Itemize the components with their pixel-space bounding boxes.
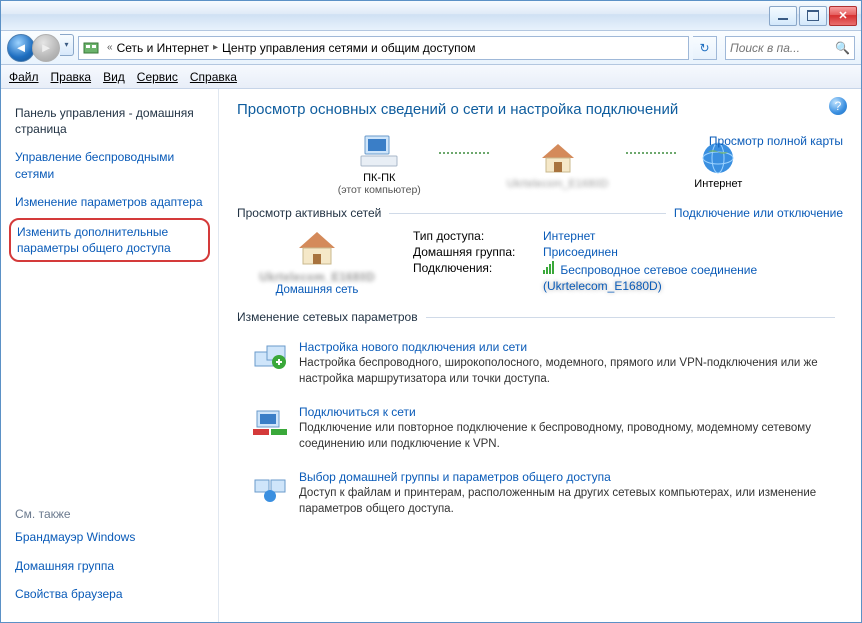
network-details: Тип доступа: Интернет Домашняя группа: П… — [413, 228, 843, 296]
section-title: Просмотр активных сетей — [237, 206, 381, 220]
option-homegroup: Выбор домашней группы и параметров общег… — [237, 462, 843, 527]
settings-header: Изменение сетевых параметров — [237, 310, 843, 324]
connections-label: Подключения: — [413, 261, 543, 277]
sidebar-advanced[interactable]: Изменить дополнительные параметры общего… — [17, 224, 202, 256]
content: ? Просмотр основных сведений о сети и на… — [219, 89, 861, 622]
connections-value[interactable]: Беспроводное сетевое соединение — [543, 261, 757, 277]
menu-view[interactable]: Вид — [103, 70, 125, 84]
nav-history-dropdown[interactable]: ▾ — [60, 34, 74, 56]
network-identity: Ukrtelecom_E1680D Домашняя сеть — [237, 228, 397, 296]
active-network: Ukrtelecom_E1680D Домашняя сеть Тип дост… — [237, 228, 843, 296]
page-title: Просмотр основных сведений о сети и наст… — [237, 101, 843, 118]
connection-ssid[interactable]: (Ukrtelecom_E1680D) — [543, 279, 662, 293]
node-pc[interactable]: ПК-ПК (этот компьютер) — [338, 132, 421, 196]
sidebar-homegroup[interactable]: Домашняя группа — [15, 554, 204, 582]
section-title: Изменение сетевых параметров — [237, 310, 418, 324]
connect-network-icon — [253, 405, 287, 439]
option-description: Доступ к файлам и принтерам, расположенн… — [299, 486, 843, 517]
menu-edit[interactable]: Правка — [51, 70, 92, 84]
network-diagram: Просмотр полной карты ПК-ПК (этот компью… — [237, 132, 843, 196]
window: ◄ ► ▾ « Сеть и Интернет ▸ Центр управлен… — [0, 0, 862, 623]
nav-buttons: ◄ ► ▾ — [7, 34, 74, 62]
sidebar-browser[interactable]: Свойства браузера — [15, 582, 204, 610]
signal-icon — [543, 261, 554, 274]
sidebar-wireless[interactable]: Управление беспроводными сетями — [15, 145, 204, 189]
maximize-button[interactable] — [799, 6, 827, 26]
homegroup-label: Домашняя группа: — [413, 245, 543, 259]
see-also-heading: См. также — [15, 503, 204, 525]
connection-line-icon — [439, 152, 489, 154]
access-type-label: Тип доступа: — [413, 229, 543, 243]
body: Панель управления - домашняя страница Уп… — [1, 89, 861, 622]
menu-file[interactable]: Файл — [9, 70, 39, 84]
option-connect-network: Подключиться к сети Подключение или повт… — [237, 397, 843, 462]
access-type-value[interactable]: Интернет — [543, 229, 595, 243]
network-type-link[interactable]: Домашняя сеть — [237, 284, 397, 296]
connect-disconnect-link[interactable]: Подключение или отключение — [674, 206, 843, 220]
forward-button: ► — [32, 34, 60, 62]
sidebar-advanced-highlight: Изменить дополнительные параметры общего… — [9, 218, 210, 262]
sidebar-home[interactable]: Панель управления - домашняя страница — [15, 101, 204, 145]
refresh-button[interactable]: ↻ — [693, 36, 717, 60]
homegroup-icon — [253, 470, 287, 504]
sidebar-adapter[interactable]: Изменение параметров адаптера — [15, 190, 204, 218]
breadcrumb-item[interactable]: Сеть и Интернет — [117, 41, 209, 55]
menu-help[interactable]: Справка — [190, 70, 237, 84]
control-panel-icon — [83, 40, 99, 56]
help-icon[interactable]: ? — [829, 97, 847, 115]
chevron-right-icon: ▸ — [209, 42, 222, 53]
minimize-button[interactable] — [769, 6, 797, 26]
search-input[interactable] — [730, 41, 835, 55]
full-map-link[interactable]: Просмотр полной карты — [709, 134, 843, 148]
navbar: ◄ ► ▾ « Сеть и Интернет ▸ Центр управлен… — [1, 31, 861, 65]
breadcrumb[interactable]: « Сеть и Интернет ▸ Центр управления сет… — [78, 36, 689, 60]
menu-service[interactable]: Сервис — [137, 70, 178, 84]
node-sublabel: (этот компьютер) — [338, 184, 421, 196]
search-box[interactable]: 🔍 — [725, 36, 855, 60]
node-label: ПК-ПК — [338, 172, 421, 184]
option-new-connection: Настройка нового подключения или сети На… — [237, 332, 843, 397]
active-networks-header: Просмотр активных сетей Подключение или … — [237, 206, 843, 220]
search-icon[interactable]: 🔍 — [835, 41, 850, 55]
breadcrumb-item[interactable]: Центр управления сетями и общим доступом — [222, 41, 476, 55]
house-icon — [536, 138, 580, 178]
network-name: Ukrtelecom_E1680D — [237, 270, 397, 284]
computer-icon — [357, 132, 401, 172]
option-description: Подключение или повторное подключение к … — [299, 421, 843, 452]
node-label: Интернет — [694, 178, 742, 190]
node-router[interactable]: Ukrtelecom_E1680D — [507, 138, 609, 190]
menubar: Файл Правка Вид Сервис Справка — [1, 65, 861, 89]
option-title-link[interactable]: Настройка нового подключения или сети — [299, 340, 843, 354]
sidebar-firewall[interactable]: Брандмауэр Windows — [15, 525, 204, 553]
homegroup-value[interactable]: Присоединен — [543, 245, 618, 259]
option-description: Настройка беспроводного, широкополосного… — [299, 356, 843, 387]
option-title-link[interactable]: Выбор домашней группы и параметров общег… — [299, 470, 843, 484]
option-title-link[interactable]: Подключиться к сети — [299, 405, 843, 419]
node-label: Ukrtelecom_E1680D — [507, 178, 609, 190]
back-button[interactable]: ◄ — [7, 34, 35, 62]
connection-line-icon — [626, 152, 676, 154]
house-icon — [295, 228, 339, 266]
close-button[interactable] — [829, 6, 857, 26]
new-connection-icon — [253, 340, 287, 374]
titlebar — [1, 1, 861, 31]
chevron-icon: « — [103, 42, 117, 53]
sidebar: Панель управления - домашняя страница Уп… — [1, 89, 219, 622]
